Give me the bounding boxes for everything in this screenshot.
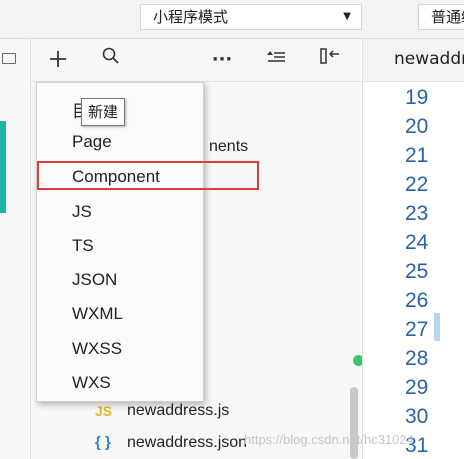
line-number: 29 [405, 376, 429, 399]
menu-item-ts[interactable]: TS [72, 236, 94, 256]
watermark: https://blog.csdn.net/hc31024 [244, 432, 414, 447]
line-number: 22 [405, 173, 429, 196]
active-indicator [0, 121, 6, 213]
menu-item-json[interactable]: JSON [72, 270, 117, 290]
left-activity-bar [0, 39, 31, 459]
line-number: 23 [405, 202, 429, 225]
new-file-menu: 目 Page Component JS TS JSON WXML WXSS WX… [36, 82, 204, 402]
js-file-icon: JS [95, 403, 113, 419]
code-editor[interactable]: 19 20 21 22 23 24 25 26 27 28 29 30 31 [362, 82, 464, 459]
add-icon[interactable] [45, 47, 71, 73]
editor-tab-newaddress[interactable]: newaddr [394, 49, 464, 69]
menu-item-wxml[interactable]: WXML [72, 304, 123, 324]
mode-select[interactable]: 小程序模式 ▼ [140, 4, 362, 30]
line-number: 25 [405, 260, 429, 283]
line-number: 28 [405, 347, 429, 370]
tree-item-components[interactable]: nents [209, 138, 248, 156]
line-number: 19 [405, 86, 429, 109]
tree-scrollbar[interactable] [350, 387, 358, 459]
more-icon[interactable]: ··· [209, 47, 235, 73]
chevron-down-icon: ▼ [343, 11, 351, 22]
menu-item-page[interactable]: Page [72, 132, 112, 152]
json-file-icon: { } [95, 434, 111, 451]
line-number: 27 [405, 318, 429, 341]
line-number: 26 [405, 289, 429, 312]
menu-item-js[interactable]: JS [72, 202, 92, 222]
simulator-icon[interactable] [2, 53, 16, 64]
line-number: 21 [405, 144, 429, 167]
component-highlight-box [37, 161, 259, 190]
mode-select-value: 小程序模式 [153, 8, 229, 26]
menu-item-wxss[interactable]: WXSS [72, 339, 122, 359]
editor-tab-bar: newaddr [362, 39, 464, 82]
search-icon[interactable] [98, 47, 124, 73]
file-newaddress-json[interactable]: newaddress.json [127, 434, 247, 452]
line-number: 24 [405, 231, 429, 254]
file-tree-toolbar: ··· [31, 39, 361, 82]
current-line-marker [434, 313, 440, 341]
line-number: 30 [405, 405, 429, 428]
new-tooltip: 新建 [81, 98, 126, 126]
menu-item-wxs[interactable]: WXS [72, 373, 111, 393]
collapse-icon[interactable] [317, 47, 343, 73]
sort-icon[interactable] [263, 47, 289, 73]
compile-select[interactable]: 普通编 [418, 4, 464, 30]
top-toolbar: 小程序模式 ▼ 普通编 [0, 0, 464, 39]
line-number: 20 [405, 115, 429, 138]
file-newaddress-js[interactable]: newaddress.js [127, 402, 229, 420]
